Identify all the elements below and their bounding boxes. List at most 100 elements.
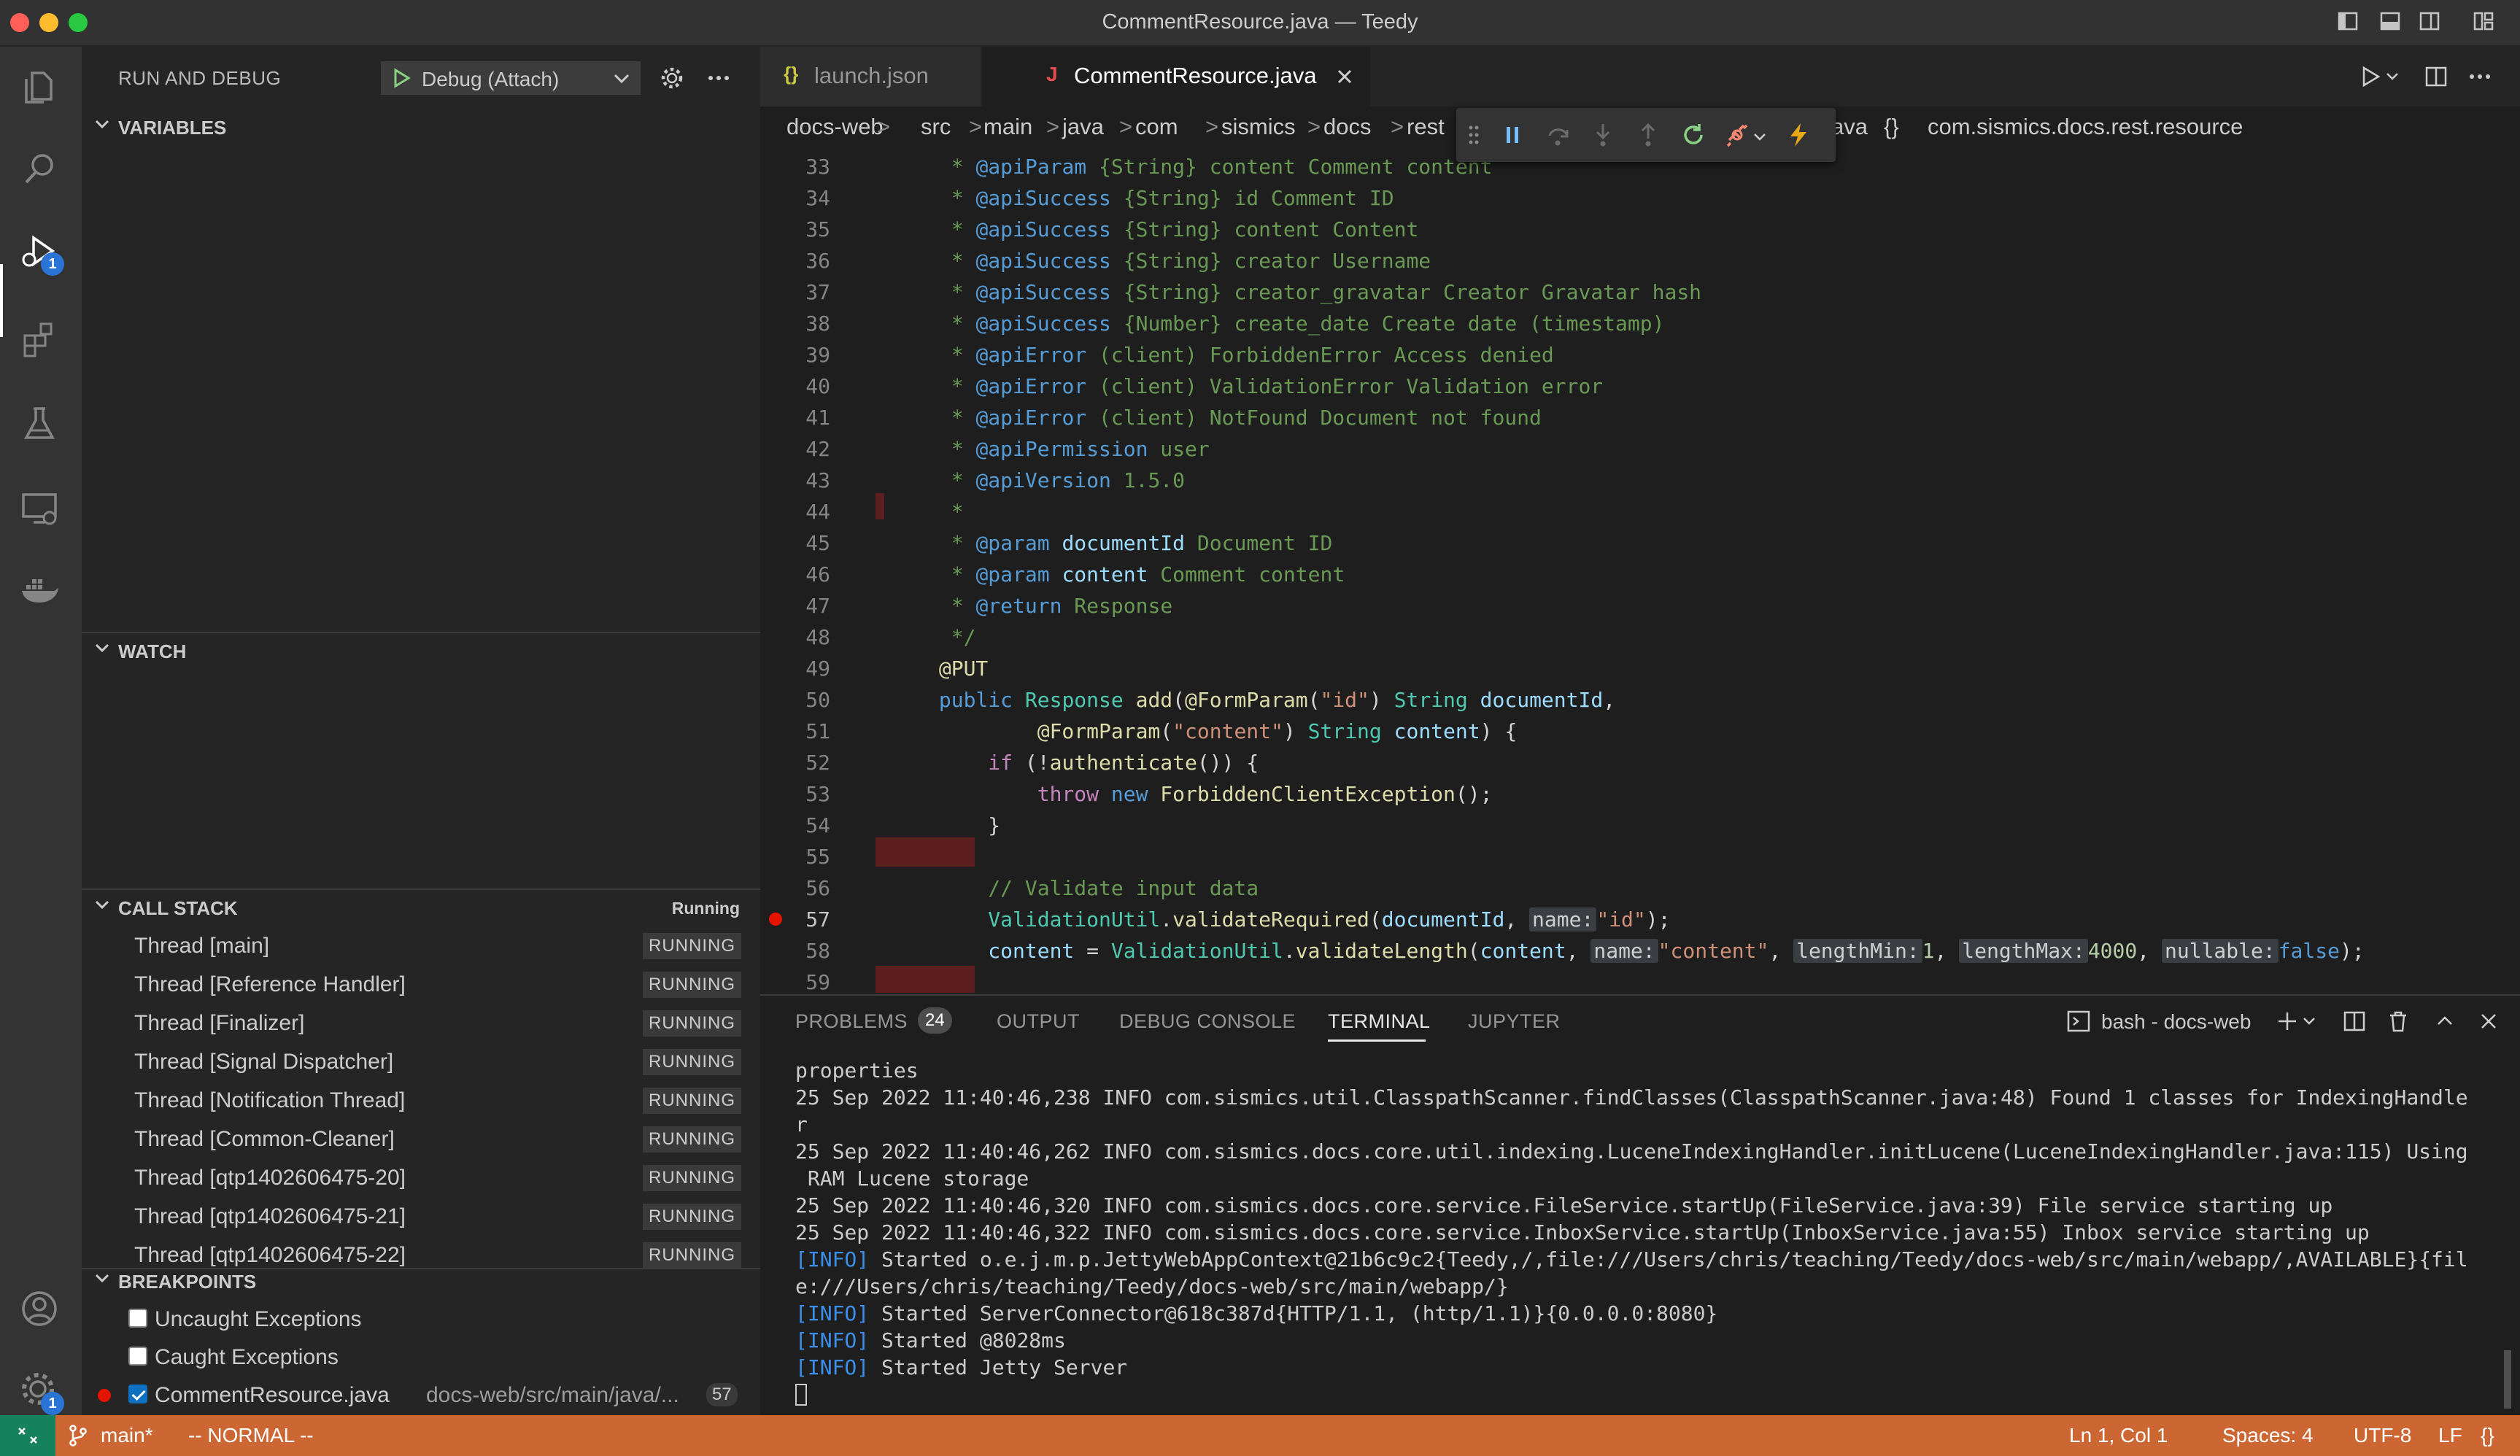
cursor-position[interactable]: Ln 1, Col 1 [2069, 1424, 2168, 1447]
thread-row[interactable]: Thread [Reference Handler] RUNNING [82, 965, 760, 1004]
breadcrumb-item[interactable]: docs [1323, 114, 1371, 140]
close-tab-icon[interactable] [1335, 67, 1354, 86]
breakpoint-comment-resource[interactable]: CommentResource.java docs-web/src/main/j… [82, 1376, 760, 1414]
extensions-icon[interactable] [18, 318, 61, 362]
breakpoint-checkbox[interactable] [128, 1347, 147, 1366]
active-tab-underline [1328, 1039, 1426, 1042]
run-and-debug-sidebar: RUN AND DEBUG Debug (Attach) VARIABLES W… [82, 47, 760, 1415]
breadcrumb-item[interactable]: docs-web [786, 114, 884, 140]
breakpoint-path: docs-web/src/main/java/... [426, 1383, 679, 1407]
indentation[interactable]: Spaces: 4 [2222, 1424, 2314, 1447]
thread-row[interactable]: Thread [Finalizer] RUNNING [82, 1004, 760, 1042]
remote-indicator[interactable] [0, 1415, 55, 1456]
breakpoint-checkbox[interactable] [128, 1385, 147, 1403]
thread-row[interactable]: Thread [main] RUNNING [82, 926, 760, 965]
debug-toolbar [1456, 108, 1836, 162]
step-out-icon[interactable] [1634, 121, 1662, 149]
chevron-down-icon[interactable] [2301, 1013, 2317, 1029]
maximize-panel-icon[interactable] [2432, 1009, 2457, 1034]
pause-icon[interactable] [1499, 121, 1526, 149]
step-over-icon[interactable] [1544, 121, 1572, 149]
breadcrumb-item[interactable]: java [1062, 114, 1104, 140]
tab-debug-console[interactable]: DEBUG CONSOLE [1119, 1010, 1296, 1033]
tab-comment-resource[interactable]: J CommentResource.java [982, 47, 1370, 107]
breadcrumb-item[interactable]: com [1135, 114, 1178, 140]
language-mode-icon[interactable]: {} [2481, 1424, 2494, 1447]
breakpoints-section-header[interactable]: BREAKPOINTS [82, 1263, 760, 1300]
thread-row[interactable]: Thread [Common-Cleaner] RUNNING [82, 1120, 760, 1158]
split-editor-icon[interactable] [2424, 64, 2449, 89]
tab-problems[interactable]: PROBLEMS [795, 1010, 908, 1033]
disconnect-icon[interactable] [1723, 121, 1751, 149]
scrollbar-thumb[interactable] [2504, 1350, 2511, 1409]
terminal-output[interactable]: properties 25 Sep 2022 11:40:46,238 INFO… [760, 1058, 2497, 1416]
tab-jupyter[interactable]: JUPYTER [1468, 1010, 1561, 1033]
new-terminal-icon[interactable] [2275, 1009, 2300, 1034]
thread-row[interactable]: Thread [qtp1402606475-21] RUNNING [82, 1197, 760, 1236]
toggle-panel-icon[interactable] [2380, 11, 2400, 31]
breadcrumb-separator: > [1391, 114, 1404, 139]
variables-section-header[interactable]: VARIABLES [82, 109, 760, 146]
code-line: 54 } [805, 813, 1001, 837]
tab-output[interactable]: OUTPUT [997, 1010, 1080, 1033]
debug-config-select[interactable]: Debug (Attach) [381, 61, 641, 95]
encoding[interactable]: UTF-8 [2354, 1424, 2411, 1447]
json-file-icon: {} [784, 63, 799, 85]
git-branch[interactable]: main* [101, 1424, 153, 1447]
explorer-icon[interactable] [18, 66, 61, 109]
terminal-scrollbar[interactable] [2500, 1058, 2514, 1416]
chevron-down-icon[interactable] [2384, 69, 2400, 85]
more-actions-icon[interactable] [706, 66, 731, 90]
search-icon[interactable] [18, 147, 61, 191]
testing-icon[interactable] [18, 401, 61, 445]
drag-handle-icon[interactable] [1465, 121, 1483, 149]
thread-status: RUNNING [643, 1010, 741, 1037]
customize-layout-icon[interactable] [2473, 11, 2494, 31]
manage-badge: 1 [41, 1392, 64, 1415]
breadcrumb-item[interactable]: src [921, 114, 951, 140]
terminal-line: 25 Sep 2022 11:40:46,262 INFO com.sismic… [795, 1139, 2468, 1163]
watch-section-header[interactable]: WATCH [82, 633, 760, 670]
manage-gear-icon[interactable]: 1 [18, 1368, 64, 1415]
code-line: 45 * @param documentId Document ID [805, 531, 1333, 555]
breakpoint-checkbox[interactable] [128, 1309, 147, 1328]
trash-icon[interactable] [2386, 1009, 2411, 1034]
thread-row[interactable]: Thread [Signal Dispatcher] RUNNING [82, 1042, 760, 1081]
hot-code-replace-icon[interactable] [1785, 121, 1812, 149]
close-panel-icon[interactable] [2476, 1009, 2501, 1034]
terminal-name[interactable]: bash - docs-web [2101, 1010, 2251, 1034]
open-launch-json-gear-icon[interactable] [660, 66, 684, 90]
toggle-secondary-sidebar-icon[interactable] [2419, 11, 2440, 31]
toggle-primary-sidebar-icon[interactable] [2338, 11, 2358, 31]
call-stack-section-header[interactable]: CALL STACK Running [82, 890, 760, 926]
accounts-icon[interactable] [18, 1287, 61, 1331]
git-branch-icon[interactable] [67, 1424, 89, 1447]
restart-icon[interactable] [1680, 121, 1707, 149]
tab-launch-json[interactable]: {} launch.json [760, 47, 981, 107]
breadcrumb-item[interactable]: com.sismics.docs.rest.resource [1928, 114, 2243, 140]
remote-explorer-icon[interactable] [18, 486, 61, 530]
breadcrumb-item[interactable]: rest [1407, 114, 1445, 140]
thread-row[interactable]: Thread [qtp1402606475-20] RUNNING [82, 1158, 760, 1197]
breakpoint-caught-exceptions[interactable]: Caught Exceptions [82, 1338, 760, 1376]
chevron-down-icon[interactable] [1752, 130, 1767, 144]
breakpoint-uncaught-exceptions[interactable]: Uncaught Exceptions [82, 1300, 760, 1338]
breadcrumb-item[interactable]: sismics [1221, 114, 1296, 140]
thread-row[interactable]: Thread [Notification Thread] RUNNING [82, 1081, 760, 1120]
tab-label: CommentResource.java [1074, 63, 1317, 88]
run-file-icon[interactable] [2358, 64, 2383, 89]
code-editor[interactable]: 33 * @apiParam {String} content Comment … [760, 150, 2520, 993]
docker-icon[interactable] [18, 569, 61, 613]
run-debug-icon[interactable]: 1 [18, 229, 64, 276]
code-line: 55 [805, 845, 830, 869]
end-of-line[interactable]: LF [2438, 1424, 2462, 1447]
start-debugging-icon[interactable] [391, 68, 411, 88]
step-into-icon[interactable] [1589, 121, 1617, 149]
terminal-line: r [795, 1112, 808, 1136]
breadcrumb-item-partial[interactable]: ava [1831, 114, 1868, 140]
split-terminal-icon[interactable] [2342, 1009, 2367, 1034]
tab-terminal[interactable]: TERMINAL [1328, 1010, 1431, 1033]
breadcrumb-separator: > [1205, 114, 1219, 139]
breadcrumb-item[interactable]: main [983, 114, 1032, 140]
editor-more-actions-icon[interactable] [2467, 64, 2492, 89]
